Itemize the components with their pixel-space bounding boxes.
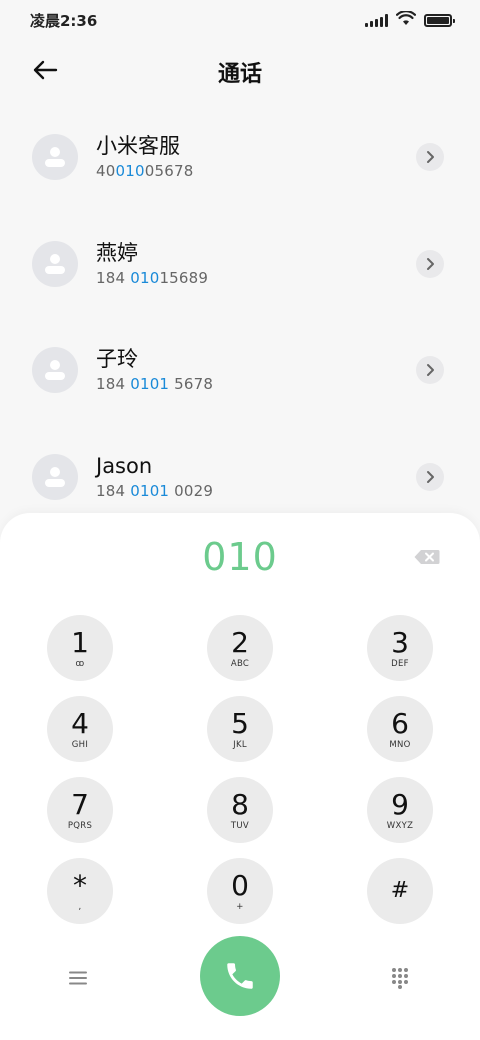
key-letters: ABC bbox=[230, 658, 250, 669]
wifi-icon bbox=[395, 9, 417, 30]
status-time: 凌晨2:36 bbox=[30, 11, 98, 30]
avatar bbox=[32, 134, 78, 181]
contact-number: 184 0101 5678 bbox=[96, 375, 214, 394]
voicemail-icon: ꝏ bbox=[75, 658, 85, 669]
contact-number: 184 01015689 bbox=[96, 268, 209, 287]
person-icon bbox=[45, 467, 65, 488]
menu-button[interactable] bbox=[60, 962, 96, 994]
contact-name: 子玲 bbox=[96, 347, 138, 372]
key-8[interactable]: 8 TUV bbox=[207, 777, 273, 843]
avatar bbox=[32, 347, 78, 394]
page-title: 通话 bbox=[217, 62, 262, 87]
avatar bbox=[32, 454, 78, 501]
key-digit: 8 bbox=[231, 787, 249, 821]
dialed-number-display[interactable]: 010 bbox=[0, 535, 480, 579]
contact-item[interactable]: 燕婷 184 01015689 bbox=[0, 211, 480, 318]
key-digit: 2 bbox=[231, 625, 249, 659]
contact-detail-button[interactable] bbox=[416, 356, 444, 385]
key-3[interactable]: 3 DEF bbox=[367, 615, 433, 681]
chevron-right-icon bbox=[427, 151, 434, 164]
chevron-right-icon bbox=[427, 471, 434, 484]
battery-icon bbox=[424, 13, 455, 27]
key-2[interactable]: 2 ABC bbox=[207, 615, 273, 681]
header: 通话 bbox=[0, 44, 480, 96]
contact-name: 小米客服 bbox=[96, 134, 180, 159]
contact-detail-button[interactable] bbox=[416, 463, 444, 492]
key-letters: + bbox=[236, 901, 244, 912]
key-1[interactable]: 1 ꝏ bbox=[47, 615, 113, 681]
key-hash[interactable]: # bbox=[367, 858, 433, 924]
key-digit: 1 bbox=[71, 625, 89, 659]
chevron-right-icon bbox=[427, 364, 434, 377]
key-star[interactable]: * , bbox=[47, 858, 113, 924]
backspace-icon bbox=[414, 550, 440, 564]
key-letters: TUV bbox=[230, 820, 250, 831]
phone-icon bbox=[227, 963, 253, 989]
key-5[interactable]: 5 JKL bbox=[207, 696, 273, 762]
key-digit: 0 bbox=[231, 868, 249, 902]
contact-item[interactable]: 子玲 184 0101 5678 bbox=[0, 317, 480, 424]
key-letters: DEF bbox=[391, 658, 409, 669]
key-0[interactable]: 0 + bbox=[207, 858, 273, 924]
key-letters: GHI bbox=[71, 739, 89, 750]
person-icon bbox=[45, 147, 65, 168]
signal-icon bbox=[365, 13, 388, 27]
key-letters: JKL bbox=[233, 739, 247, 750]
key-letters: MNO bbox=[389, 739, 411, 750]
key-digit: 5 bbox=[231, 706, 249, 740]
key-6[interactable]: 6 MNO bbox=[367, 696, 433, 762]
key-digit: # bbox=[390, 877, 410, 903]
contact-number: 184 0101 0029 bbox=[96, 482, 214, 501]
contact-list: 小米客服 4001005678 燕婷 184 01015689 子玲 184 0… bbox=[0, 104, 480, 530]
contact-name: 燕婷 bbox=[96, 240, 138, 265]
contact-item[interactable]: 小米客服 4001005678 bbox=[0, 104, 480, 211]
chevron-right-icon bbox=[427, 257, 434, 270]
key-4[interactable]: 4 GHI bbox=[47, 696, 113, 762]
key-digit: * bbox=[73, 868, 87, 902]
contact-name: Jason bbox=[96, 454, 153, 479]
key-letters: PQRS bbox=[67, 820, 93, 831]
bottom-action-row bbox=[0, 936, 480, 1018]
key-digit: 7 bbox=[71, 787, 89, 821]
person-icon bbox=[45, 253, 65, 274]
status-bar: 凌晨2:36 bbox=[0, 0, 480, 40]
status-icons bbox=[365, 9, 455, 30]
key-9[interactable]: 9 WXYZ bbox=[367, 777, 433, 843]
key-7[interactable]: 7 PQRS bbox=[47, 777, 113, 843]
avatar bbox=[32, 240, 78, 287]
contact-detail-button[interactable] bbox=[416, 249, 444, 278]
key-digit: 3 bbox=[391, 625, 409, 659]
contact-detail-button[interactable] bbox=[416, 143, 444, 172]
person-icon bbox=[45, 360, 65, 381]
delete-button[interactable] bbox=[412, 547, 442, 567]
key-digit: 9 bbox=[391, 787, 409, 821]
contact-number: 4001005678 bbox=[96, 162, 194, 181]
call-button[interactable] bbox=[200, 936, 280, 1016]
key-letters: , bbox=[78, 901, 82, 912]
key-digit: 6 bbox=[391, 706, 409, 740]
key-digit: 4 bbox=[71, 706, 89, 740]
dialpad-icon bbox=[392, 968, 408, 989]
key-letters: WXYZ bbox=[386, 820, 414, 831]
menu-icon bbox=[69, 971, 87, 985]
keypad-toggle-button[interactable] bbox=[382, 962, 418, 994]
